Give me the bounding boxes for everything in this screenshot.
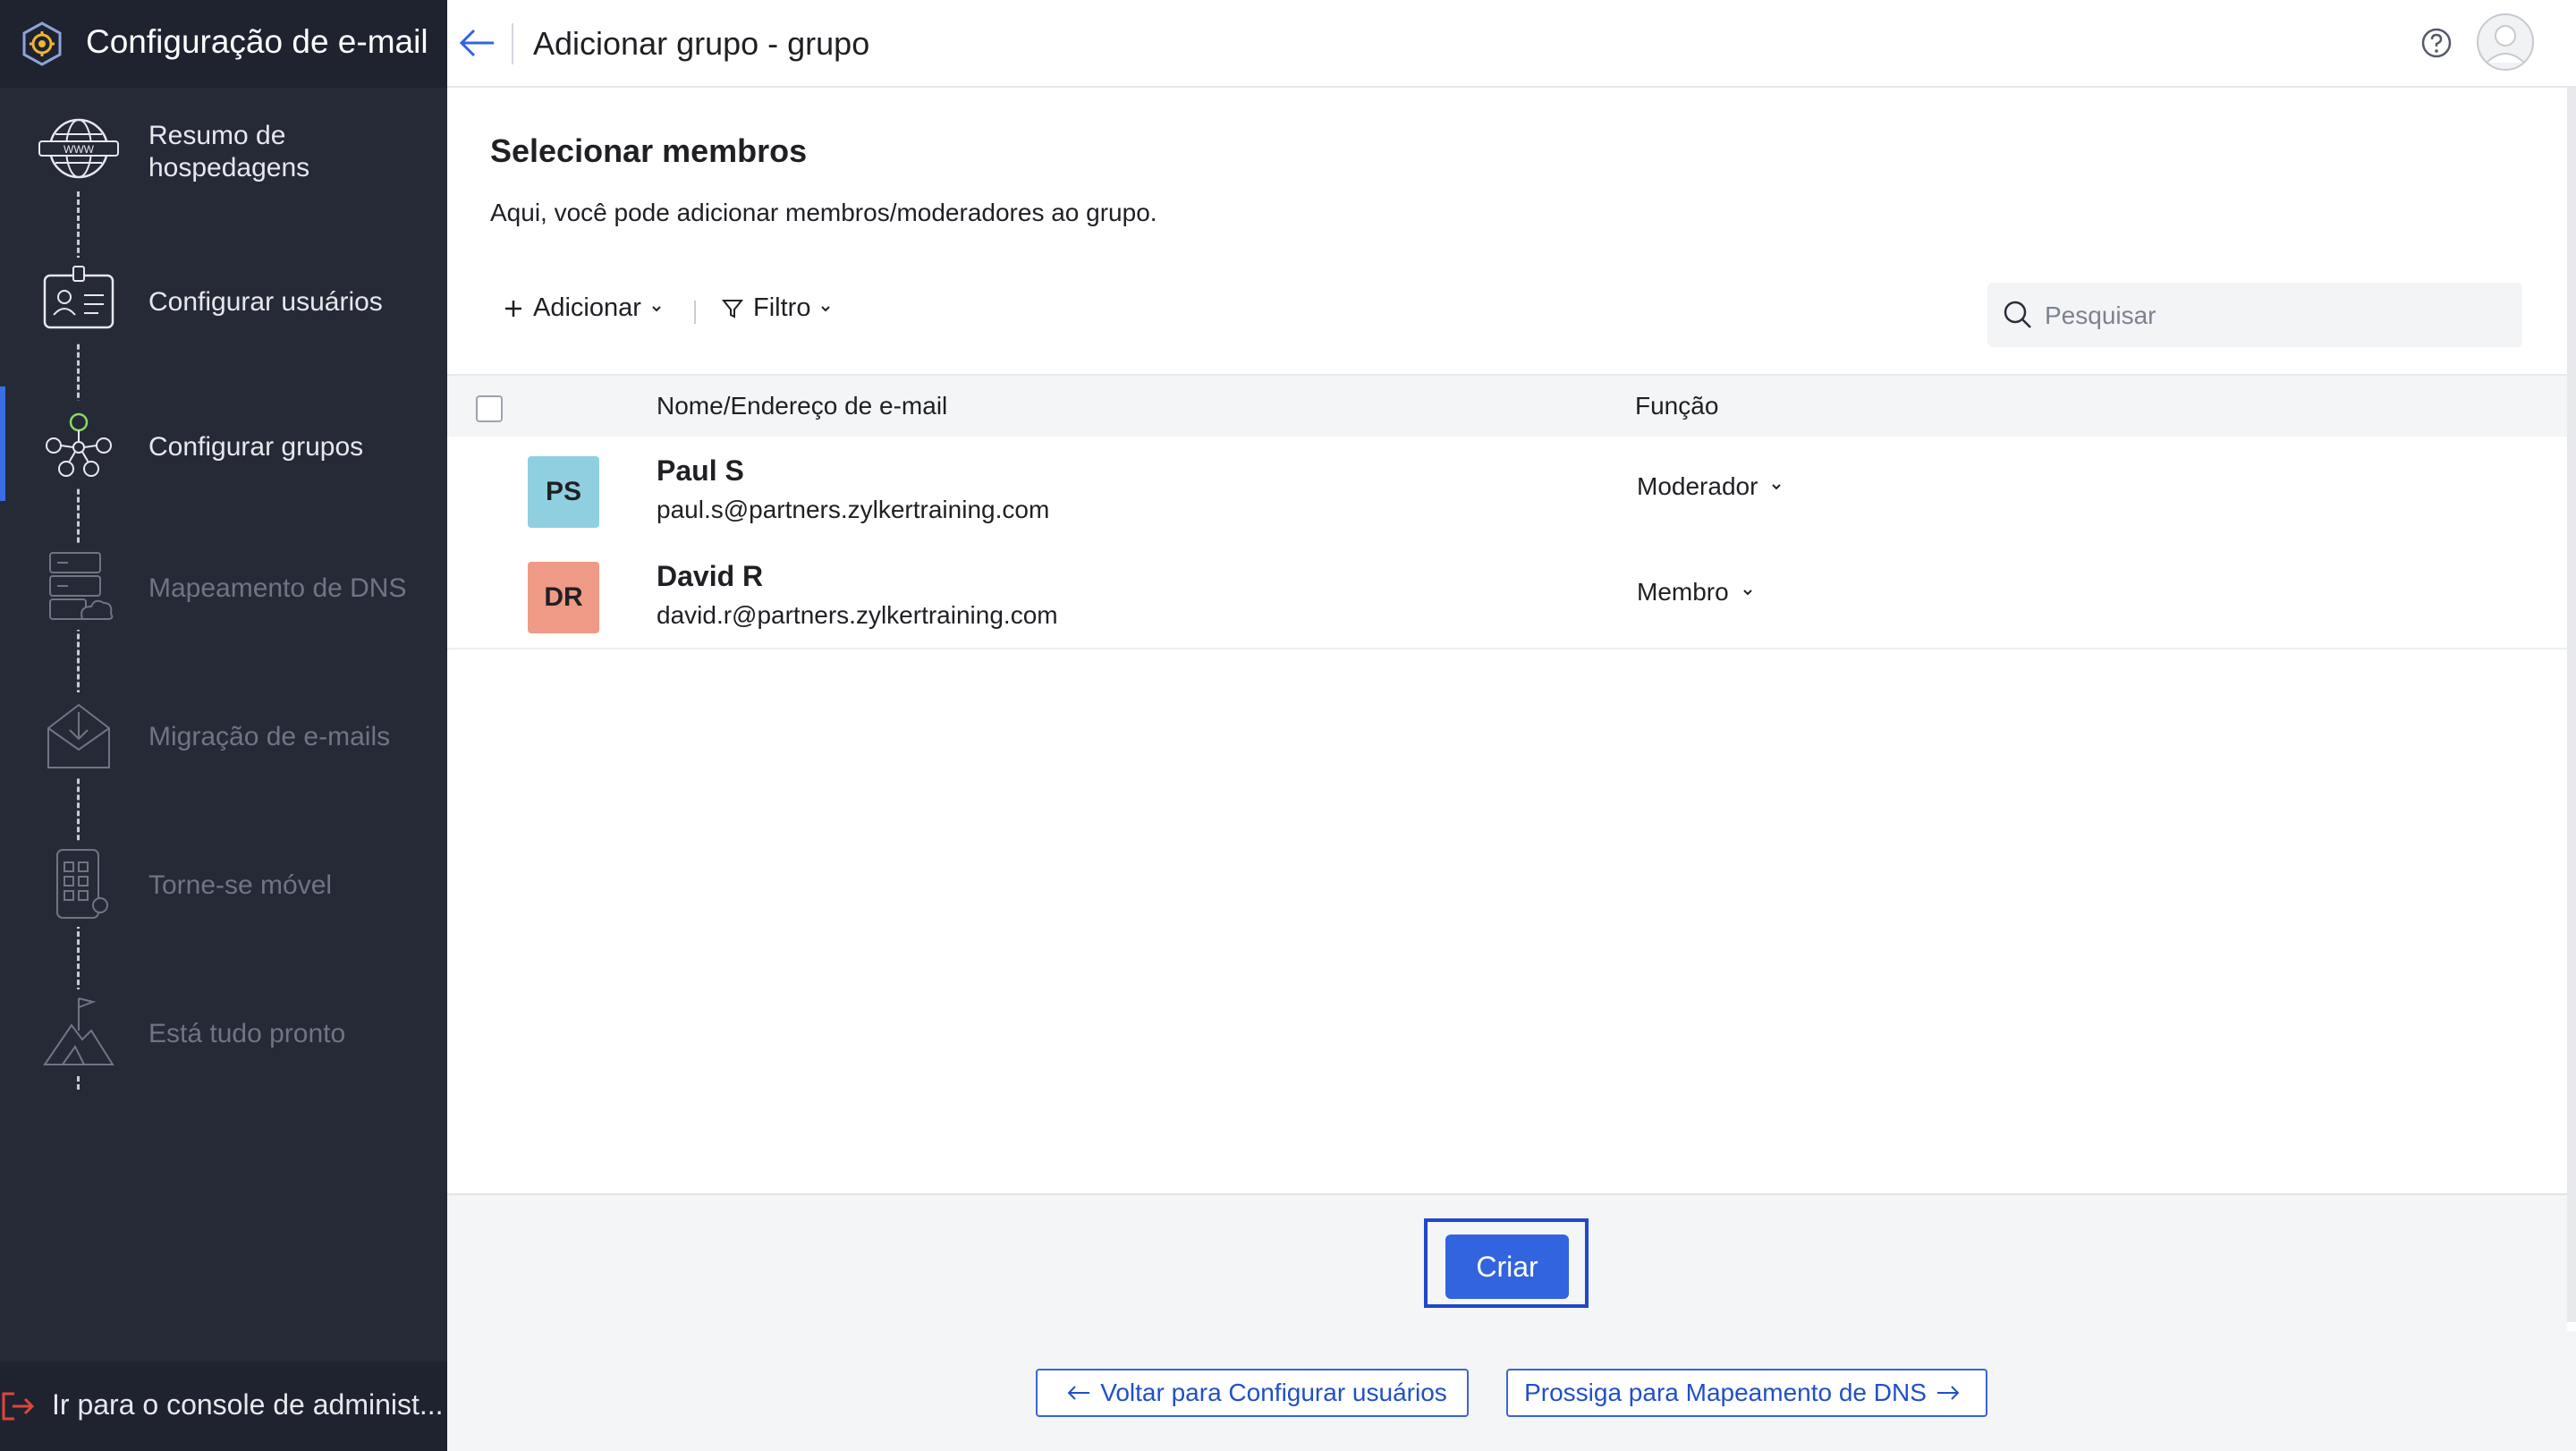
chevron-down-icon	[1772, 484, 1782, 490]
member-name: David R	[657, 560, 764, 592]
table-row: DR David R david.r@partners.zylkertraini…	[447, 542, 2567, 649]
back-label: Voltar para Configurar usuários	[1100, 1379, 1447, 1406]
chevron-down-icon	[652, 305, 661, 311]
search-icon	[2004, 301, 2031, 328]
main-content: Selecionar membros Aqui, você pode adici…	[447, 88, 2567, 1193]
user-avatar-icon[interactable]	[2476, 13, 2535, 72]
back-to-users-button[interactable]: Voltar para Configurar usuários	[1036, 1369, 1469, 1417]
filter-dropdown[interactable]: Filtro	[721, 293, 832, 323]
select-all-checkbox[interactable]	[476, 395, 503, 422]
step-label: Resumo de hospedagens	[148, 121, 310, 182]
step-hosting-summary[interactable]: WWW Resumo de hospedagens	[0, 100, 447, 225]
setup-steps: WWW Resumo de hospedagens Configurar usu…	[0, 88, 447, 1358]
step-email-migration[interactable]: Migração de e-mails	[0, 683, 447, 809]
user-card-icon	[36, 258, 122, 344]
add-member-dropdown[interactable]: Adicionar	[503, 293, 663, 323]
server-cloud-icon	[36, 544, 122, 630]
section-description: Aqui, você pode adicionar membros/modera…	[490, 199, 1157, 226]
search-input[interactable]	[2043, 292, 2512, 340]
proceed-to-dns-button[interactable]: Prossiga para Mapeamento de DNS	[1506, 1369, 1987, 1417]
back-arrow-icon[interactable]	[454, 20, 501, 66]
member-email: paul.s@partners.zylkertraining.com	[657, 496, 1050, 523]
page-title: Adicionar grupo - grupo	[533, 25, 870, 62]
sidebar-title: Configuração de e-mail	[86, 23, 428, 60]
admin-console-link[interactable]: Ir para o console de administ...	[0, 1362, 447, 1451]
admin-console-label: Ir para o console de administ...	[52, 1388, 444, 1421]
arrow-left-icon	[1067, 1386, 1090, 1400]
arrow-right-icon	[1936, 1386, 1960, 1400]
chevron-down-icon	[1742, 590, 1752, 596]
mail-download-icon	[36, 692, 122, 778]
toolbar-divider	[694, 301, 696, 324]
table-header: Nome/Endereço de e-mail Função	[447, 374, 2567, 438]
column-header-role: Função	[1635, 392, 1719, 420]
step-configure-groups[interactable]: Configurar grupos	[0, 386, 447, 512]
filter-label: Filtro	[753, 293, 811, 322]
top-bar: Adicionar grupo - grupo	[447, 0, 2576, 88]
role-dropdown[interactable]: Membro	[1637, 578, 1754, 607]
next-label: Prossiga para Mapeamento de DNS	[1524, 1379, 1927, 1406]
step-label: Torne-se móvel	[148, 870, 333, 900]
bottom-navigation: Voltar para Configurar usuários Prossiga…	[447, 1331, 2576, 1451]
step-label: Está tudo pronto	[148, 1019, 346, 1048]
step-configure-users[interactable]: Configurar usuários	[0, 249, 447, 374]
sidebar: Configuração de e-mail WWW Resumo de hos…	[0, 0, 447, 1451]
role-value: Moderador	[1637, 472, 1758, 500]
globe-www-icon: WWW	[36, 106, 122, 191]
member-email: david.r@partners.zylkertraining.com	[657, 601, 1058, 629]
search-box	[1987, 283, 2522, 347]
step-label: Configurar usuários	[148, 287, 383, 317]
filter-funnel-icon	[721, 299, 744, 318]
vertical-scrollbar[interactable]	[2567, 88, 2576, 1322]
chevron-down-icon	[821, 305, 831, 311]
plus-icon	[505, 300, 521, 317]
step-dns-mapping[interactable]: Mapeamento de DNS	[0, 535, 447, 660]
mountain-flag-icon	[36, 989, 122, 1075]
svg-text:WWW: WWW	[64, 143, 95, 156]
add-label: Adicionar	[533, 293, 641, 322]
column-header-name-email: Nome/Endereço de e-mail	[657, 392, 948, 420]
member-avatar-badge: PS	[528, 456, 599, 528]
role-value: Membro	[1637, 578, 1729, 606]
settings-gear-icon	[22, 21, 62, 66]
step-label: Configurar grupos	[148, 432, 364, 462]
section-title: Selecionar membros	[490, 132, 808, 169]
step-label: Migração de e-mails	[148, 722, 391, 751]
group-network-icon	[36, 401, 122, 487]
member-name: Paul S	[657, 454, 744, 487]
mobile-apps-icon	[36, 841, 122, 927]
sidebar-header: Configuração de e-mail	[0, 0, 447, 88]
exit-icon	[2, 1392, 35, 1421]
table-row: PS Paul S paul.s@partners.zylkertraining…	[447, 437, 2567, 544]
role-dropdown[interactable]: Moderador	[1637, 472, 1783, 501]
header-divider	[512, 23, 513, 64]
member-avatar-badge: DR	[528, 562, 599, 633]
step-all-ready[interactable]: Está tudo pronto	[0, 980, 447, 1106]
step-label: Mapeamento de DNS	[148, 573, 407, 603]
create-button[interactable]: Criar	[1445, 1235, 1569, 1299]
action-bar: Criar	[447, 1193, 2567, 1333]
help-icon[interactable]	[2420, 27, 2453, 59]
step-go-mobile[interactable]: Torne-se móvel	[0, 832, 447, 957]
